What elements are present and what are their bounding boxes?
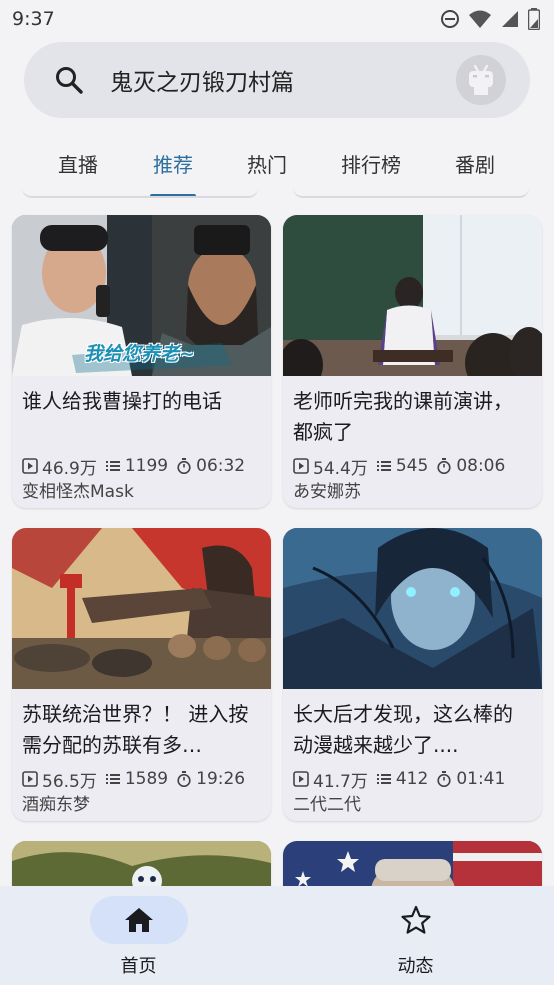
uploader-name[interactable]: あ安娜苏	[283, 478, 542, 508]
video-card[interactable]	[283, 841, 542, 886]
video-thumbnail[interactable]: 我给您养老~	[12, 215, 271, 376]
duration-icon	[176, 771, 192, 787]
video-card[interactable]: 苏联统治世界？！ 进入按需分配的苏联有多… 56.5万 1589 19:26 酒…	[12, 528, 271, 821]
video-thumbnail[interactable]	[283, 528, 542, 689]
danmaku-icon	[376, 458, 392, 474]
duration-icon	[436, 771, 452, 787]
video-duration: 01:41	[456, 769, 506, 789]
danmaku-icon	[376, 771, 392, 787]
nav-label: 动态	[397, 956, 434, 977]
danmaku-count: 412	[395, 769, 429, 789]
danmaku-count: 1199	[124, 456, 169, 476]
video-card[interactable]	[12, 841, 271, 886]
nav-dynamics[interactable]: 动态	[277, 886, 554, 985]
tab-label: 直播	[58, 152, 98, 177]
video-card[interactable]: 老师听完我的课前演讲，都疯了 54.4万 545 08:06 あ安娜苏	[283, 215, 542, 508]
play-count-icon	[22, 771, 38, 787]
search-icon[interactable]	[52, 63, 86, 97]
video-title: 长大后才发现，这么棒的动漫越来越少了....	[293, 702, 513, 757]
video-thumbnail[interactable]	[12, 841, 271, 886]
video-duration: 19:26	[196, 769, 246, 789]
video-duration: 08:06	[456, 456, 506, 476]
video-stats: 46.9万 1199 06:32	[12, 450, 271, 479]
danmaku-count: 545	[395, 456, 429, 476]
search-bar[interactable]: 鬼灭之刃锻刀村篇	[24, 42, 530, 118]
video-card[interactable]: 我给您养老~ 谁人给我曹操打的电话 46.9万 1199 06:32 变相怪杰M…	[12, 215, 271, 508]
nav-label: 首页	[120, 956, 157, 977]
play-count-icon	[293, 771, 309, 787]
video-thumbnail[interactable]	[283, 841, 542, 886]
video-stats: 41.7万 412 01:41	[283, 763, 542, 792]
video-title: 苏联统治世界？！ 进入按需分配的苏联有多…	[22, 702, 249, 757]
tab-label: 热门	[247, 152, 287, 177]
danmaku-icon	[105, 771, 121, 787]
uploader-name[interactable]: 变相怪杰Mask	[12, 478, 271, 508]
tv-mascot-icon	[469, 64, 493, 95]
video-stats: 54.4万 545 08:06	[283, 450, 542, 479]
duration-icon	[436, 458, 452, 474]
view-count: 54.4万	[313, 458, 368, 479]
tab-label: 推荐	[153, 152, 193, 177]
uploader-name[interactable]: 酒痴东梦	[12, 791, 271, 821]
nav-pill	[367, 896, 465, 944]
tab-label: 排行榜	[341, 152, 401, 177]
home-icon	[124, 908, 153, 932]
video-title: 老师听完我的课前演讲，都疯了	[293, 389, 513, 444]
nav-home[interactable]: 首页	[0, 886, 277, 985]
avatar[interactable]	[456, 55, 506, 105]
play-count-icon	[22, 458, 38, 474]
uploader-name[interactable]: 二代二代	[283, 791, 542, 821]
do-not-disturb-icon	[441, 10, 459, 28]
bottom-navigation: 首页 动态	[0, 886, 554, 985]
video-feed[interactable]: 我给您养老~ 谁人给我曹操打的电话 46.9万 1199 06:32 变相怪杰M…	[0, 184, 554, 886]
view-count: 46.9万	[42, 458, 97, 479]
previous-card-edge	[293, 184, 529, 198]
video-stats: 56.5万 1589 19:26	[12, 763, 271, 792]
status-bar: 9:37	[0, 0, 554, 38]
wifi-icon	[469, 10, 491, 28]
video-title: 谁人给我曹操打的电话	[22, 389, 222, 413]
video-card[interactable]: 长大后才发现，这么棒的动漫越来越少了.... 41.7万 412 01:41 二…	[283, 528, 542, 821]
view-count: 41.7万	[313, 771, 368, 792]
search-query[interactable]: 鬼灭之刃锻刀村篇	[110, 63, 456, 97]
thumbnail-caption: 我给您养老~	[84, 343, 195, 365]
view-count: 56.5万	[42, 771, 97, 792]
star-outline-icon	[400, 905, 431, 934]
status-icons	[440, 8, 540, 30]
duration-icon	[176, 458, 192, 474]
previous-card-edge	[22, 184, 258, 198]
video-thumbnail[interactable]	[12, 528, 271, 689]
tab-label: 番剧	[455, 152, 495, 177]
video-duration: 06:32	[196, 456, 246, 476]
video-thumbnail[interactable]	[283, 215, 542, 376]
danmaku-icon	[105, 458, 121, 474]
status-time: 9:37	[12, 8, 55, 30]
battery-icon	[528, 8, 540, 30]
play-count-icon	[293, 458, 309, 474]
nav-active-pill	[89, 896, 188, 944]
cellular-signal-icon	[502, 11, 518, 27]
danmaku-count: 1589	[124, 769, 169, 789]
